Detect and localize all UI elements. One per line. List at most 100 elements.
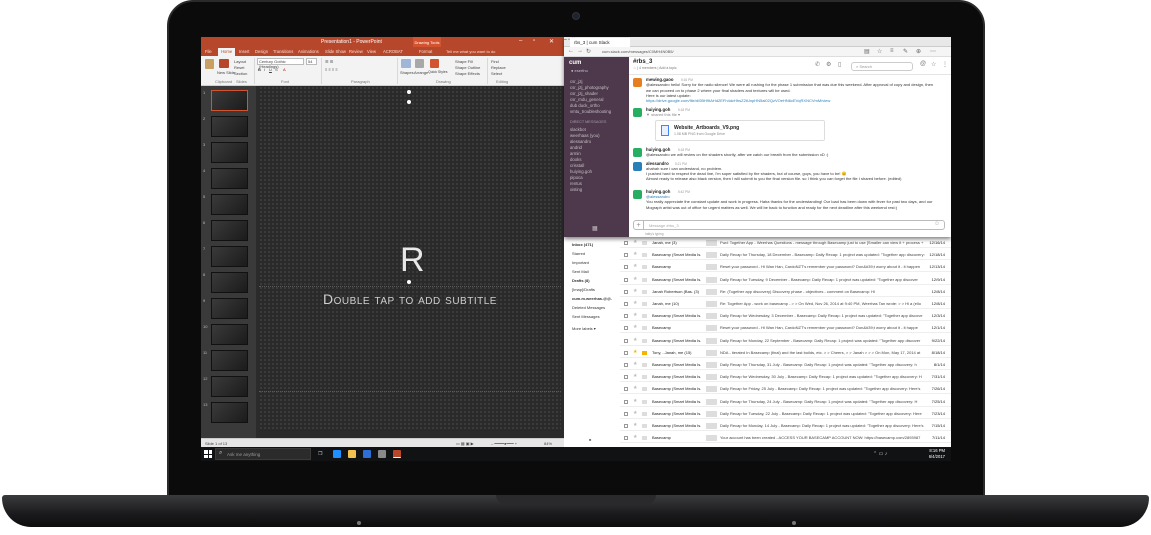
nav-account-label[interactable]: cum.m.weerhas.@@. xyxy=(572,296,612,301)
row-checkbox[interactable] xyxy=(624,314,628,319)
slide-thumbnail[interactable] xyxy=(211,272,248,293)
slide-thumbnail[interactable] xyxy=(211,116,248,137)
row-checkbox[interactable] xyxy=(624,399,628,404)
browser-tab[interactable]: rbs_3 | cum Slack xyxy=(570,38,630,47)
slide-thumbnail[interactable] xyxy=(211,168,248,189)
importance-marker-icon[interactable] xyxy=(642,253,647,258)
slide-thumbnail[interactable] xyxy=(211,142,248,163)
channel-item[interactable]: csr_j2j_photography xyxy=(570,85,609,90)
team-name[interactable]: cum xyxy=(569,60,581,66)
direct-messages-header[interactable]: DIRECT MESSAGES xyxy=(570,120,606,124)
slide-thumbnail[interactable] xyxy=(211,246,248,267)
cortana-search-box[interactable]: ⌕ Ask me anything xyxy=(215,448,311,460)
nav-sent-mail[interactable]: Sent Mail xyxy=(572,269,589,274)
system-tray-icon[interactable]: ⌃ ▭ ♪ xyxy=(873,451,887,457)
importance-marker-icon[interactable] xyxy=(642,363,647,367)
maximize-icon[interactable]: ▫ xyxy=(533,38,535,44)
layout-button[interactable]: Layout xyxy=(234,59,246,64)
nav-starred[interactable]: Starred xyxy=(572,251,585,256)
underline-icon[interactable]: U xyxy=(269,67,272,72)
row-checkbox[interactable] xyxy=(624,363,628,367)
channel-item[interactable]: csr_j2j xyxy=(570,79,582,84)
dm-item[interactable]: armin xyxy=(570,151,581,156)
row-checkbox[interactable] xyxy=(624,265,628,270)
file-explorer-icon[interactable] xyxy=(348,450,356,458)
windows-start-icon[interactable] xyxy=(204,450,212,458)
refresh-icon[interactable]: ↻ xyxy=(586,48,591,55)
email-row[interactable]: ★ Janah Robertson (Bas. (3) Re: (Together … xyxy=(620,287,951,297)
dm-item[interactable]: xisting xyxy=(570,187,582,192)
email-row[interactable]: ★ Basecamp (Smart Media Is. Daily Recap fo… xyxy=(620,421,951,431)
quick-styles-button[interactable]: Quick Styles xyxy=(428,70,447,74)
task-view-icon[interactable]: ❐ xyxy=(318,451,322,457)
star-icon[interactable]: ★ xyxy=(633,300,637,306)
close-icon[interactable]: ✕ xyxy=(549,38,554,45)
font-name-select[interactable]: Century Gothic (Headings) xyxy=(257,58,304,69)
row-checkbox[interactable] xyxy=(624,253,628,258)
nav-deleted-messages[interactable]: Deleted Messages xyxy=(572,305,605,310)
email-row[interactable]: ★ Janah, me (3) Fwd: Together App - Weerha… xyxy=(620,238,951,248)
star-icon[interactable]: ★ xyxy=(633,312,637,318)
email-row[interactable]: ★ Tony, ..Janah, me (15) NDA - iterated In… xyxy=(620,348,951,358)
nav-important[interactable]: Important xyxy=(572,260,589,265)
avatar[interactable] xyxy=(633,148,642,157)
shapes-icon[interactable] xyxy=(401,59,411,68)
back-icon[interactable]: ← xyxy=(568,48,574,54)
email-row[interactable]: ★ Basecamp (Smart Media Is. Daily Recap fo… xyxy=(620,372,951,383)
slide-thumbnail[interactable] xyxy=(211,220,248,241)
clock[interactable]: 8:16 PM 6/4/2017 xyxy=(929,448,945,459)
tab-view[interactable]: View xyxy=(367,49,376,54)
star-icon[interactable]: ★ xyxy=(633,239,637,245)
hub-icon[interactable]: ≡ xyxy=(890,48,894,54)
dm-item[interactable]: crisstall xyxy=(570,163,584,168)
row-checkbox[interactable] xyxy=(624,424,628,428)
view-buttons-icon[interactable]: ▭ ▦ ▣ ▶ xyxy=(456,441,474,446)
channel-item[interactable]: dub duck_ortho xyxy=(570,103,600,108)
mentions-icon[interactable]: @ xyxy=(920,61,926,67)
replace-button[interactable]: Replace xyxy=(491,65,506,70)
slide-thumbnail[interactable] xyxy=(211,324,248,345)
importance-marker-icon[interactable] xyxy=(642,241,647,245)
slide-thumbnail[interactable] xyxy=(211,90,248,111)
importance-marker-icon[interactable] xyxy=(642,424,647,428)
email-row[interactable]: ★ Basecamp (Smart Media Is. Daily Recap fo… xyxy=(620,311,951,322)
nav-inbox[interactable]: Inbox (471) xyxy=(572,242,593,247)
row-checkbox[interactable] xyxy=(624,241,628,245)
zoom-level[interactable]: 84% xyxy=(544,441,552,446)
web-note-icon[interactable]: ✎ xyxy=(903,48,908,55)
settings-icon[interactable]: ⚙ xyxy=(826,61,831,68)
dm-item[interactable]: slackbot xyxy=(570,127,586,132)
star-icon[interactable]: ★ xyxy=(633,385,637,391)
importance-marker-icon[interactable] xyxy=(642,375,647,380)
tab-home[interactable]: Home xyxy=(218,48,236,56)
shapes-button[interactable]: Shapes xyxy=(400,70,414,75)
nav-more-labels[interactable]: More labels ▾ xyxy=(572,326,596,331)
quick-styles-icon[interactable] xyxy=(430,59,439,68)
message-input[interactable]: + Message #rbs_3 ☺ xyxy=(633,220,945,230)
star-icon[interactable]: ★ xyxy=(633,337,637,343)
new-slide-icon[interactable] xyxy=(219,59,229,68)
zoom-slider[interactable]: – ━━━━●━━━ + xyxy=(491,441,517,446)
star-icon[interactable]: ★ xyxy=(633,349,637,355)
email-row[interactable]: ★ Basecamp (Smart Media Is. Daily Recap fo… xyxy=(620,275,951,285)
importance-marker-icon[interactable] xyxy=(642,265,647,270)
tab-acrobat[interactable]: ACROBAT xyxy=(383,49,403,54)
share-icon[interactable]: ⊕ xyxy=(916,48,921,55)
minimize-icon[interactable]: – xyxy=(519,38,522,44)
favorites-icon[interactable]: ☆ xyxy=(877,48,882,55)
dm-item[interactable]: huiying.goh xyxy=(570,169,592,174)
channel-name[interactable]: #rbs_3 xyxy=(633,59,652,65)
new-slide-button[interactable]: New Slide xyxy=(217,70,235,75)
row-checkbox[interactable] xyxy=(624,375,628,380)
edge-icon[interactable] xyxy=(333,450,341,458)
row-checkbox[interactable] xyxy=(624,302,628,306)
arrange-button[interactable]: Arrange xyxy=(414,70,428,75)
row-checkbox[interactable] xyxy=(624,411,628,416)
message-time[interactable]: 5:21 PM xyxy=(675,162,687,166)
email-row[interactable]: ★ Basecamp (Smart Media Is. Daily Recap fo… xyxy=(620,409,951,419)
nav-sent-messages[interactable]: Sent Messages xyxy=(572,314,600,319)
starred-icon[interactable]: ☆ xyxy=(931,61,936,68)
slide-thumbnail[interactable] xyxy=(211,350,248,371)
italic-icon[interactable]: I xyxy=(264,67,265,72)
more-icon[interactable]: ⋮ xyxy=(942,61,948,68)
